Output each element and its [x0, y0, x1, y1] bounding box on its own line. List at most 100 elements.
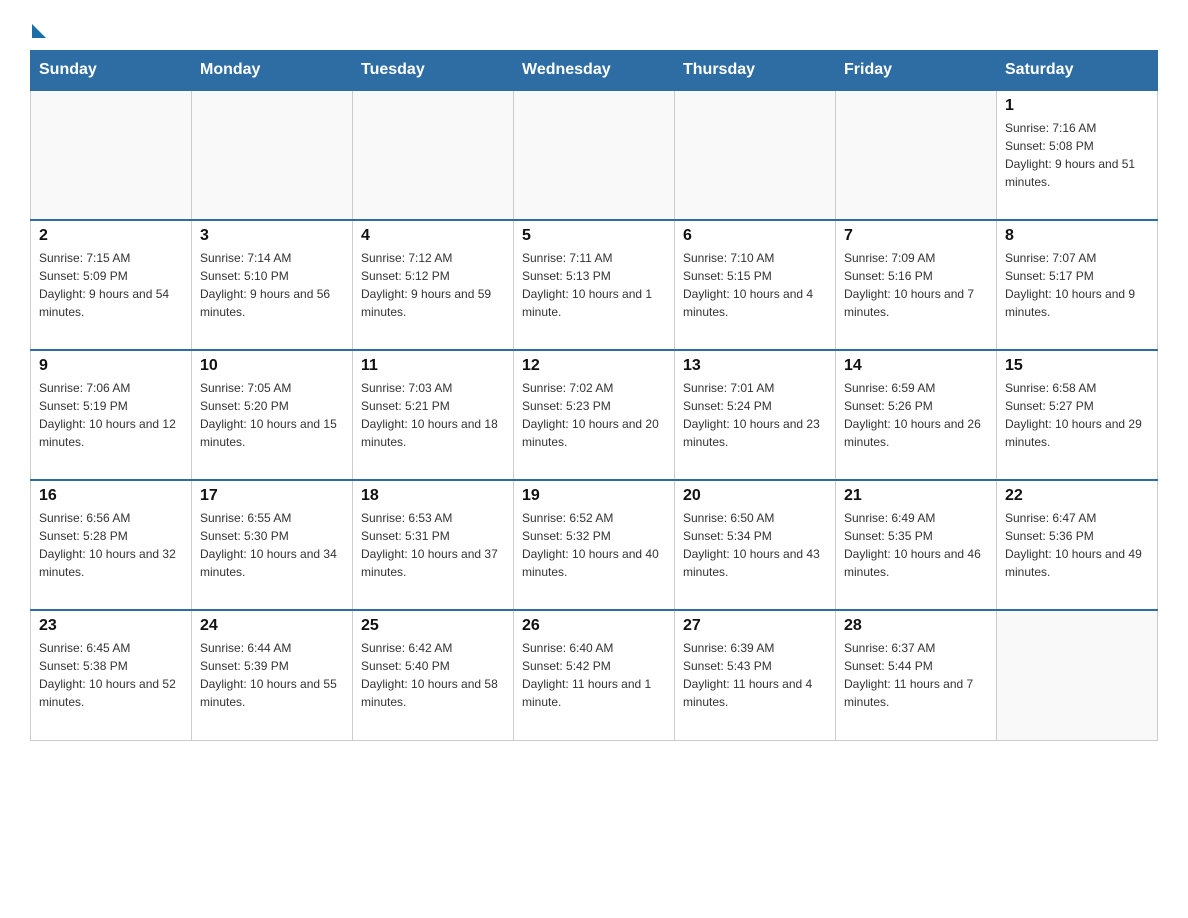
calendar-cell: 5 Sunrise: 7:11 AM Sunset: 5:13 PM Daylig…: [514, 220, 675, 350]
day-number: 16: [39, 487, 183, 505]
day-number: 3: [200, 227, 344, 245]
calendar-cell: 1Sunrise: 7:16 AM Sunset: 5:08 PM Daylig…: [997, 90, 1158, 220]
calendar-cell: 11 Sunrise: 7:03 AM Sunset: 5:21 PM Dayli…: [353, 350, 514, 480]
day-of-week-header: Tuesday: [353, 51, 514, 91]
day-number: 24: [200, 617, 344, 635]
day-info: Sunrise: 7:15 AM Sunset: 5:09 PM Dayligh…: [39, 249, 183, 321]
calendar-week-row: 16 Sunrise: 6:56 AM Sunset: 5:28 PM Dayli…: [31, 480, 1158, 610]
day-number: 21: [844, 487, 988, 505]
day-number: 10: [200, 357, 344, 375]
day-info: Sunrise: 6:58 AM Sunset: 5:27 PM Dayligh…: [1005, 379, 1149, 451]
day-info: Sunrise: 6:50 AM Sunset: 5:34 PM Dayligh…: [683, 509, 827, 581]
day-number: 11: [361, 357, 505, 375]
calendar-cell: 15 Sunrise: 6:58 AM Sunset: 5:27 PM Dayli…: [997, 350, 1158, 480]
day-info: Sunrise: 7:07 AM Sunset: 5:17 PM Dayligh…: [1005, 249, 1149, 321]
day-info: Sunrise: 6:59 AM Sunset: 5:26 PM Dayligh…: [844, 379, 988, 451]
calendar-table: SundayMondayTuesdayWednesdayThursdayFrid…: [30, 50, 1158, 741]
day-info: Sunrise: 6:39 AM Sunset: 5:43 PM Dayligh…: [683, 639, 827, 711]
calendar-cell: [192, 90, 353, 220]
day-info: Sunrise: 6:45 AM Sunset: 5:38 PM Dayligh…: [39, 639, 183, 711]
calendar-cell: 28 Sunrise: 6:37 AM Sunset: 5:44 PM Dayli…: [836, 610, 997, 740]
day-number: 12: [522, 357, 666, 375]
day-number: 26: [522, 617, 666, 635]
day-number: 18: [361, 487, 505, 505]
day-info: Sunrise: 7:11 AM Sunset: 5:13 PM Dayligh…: [522, 249, 666, 321]
day-number: 19: [522, 487, 666, 505]
day-info: Sunrise: 6:56 AM Sunset: 5:28 PM Dayligh…: [39, 509, 183, 581]
day-info: Sunrise: 6:44 AM Sunset: 5:39 PM Dayligh…: [200, 639, 344, 711]
day-number: 27: [683, 617, 827, 635]
calendar-cell: [31, 90, 192, 220]
calendar-cell: 22 Sunrise: 6:47 AM Sunset: 5:36 PM Dayli…: [997, 480, 1158, 610]
calendar-cell: 13 Sunrise: 7:01 AM Sunset: 5:24 PM Dayli…: [675, 350, 836, 480]
calendar-cell: 27 Sunrise: 6:39 AM Sunset: 5:43 PM Dayli…: [675, 610, 836, 740]
calendar-cell: [997, 610, 1158, 740]
calendar-cell: 18 Sunrise: 6:53 AM Sunset: 5:31 PM Dayli…: [353, 480, 514, 610]
calendar-cell: 19Sunrise: 6:52 AM Sunset: 5:32 PM Dayli…: [514, 480, 675, 610]
logo-triangle-icon: [32, 24, 46, 38]
day-number: 2: [39, 227, 183, 245]
day-of-week-header: Thursday: [675, 51, 836, 91]
day-info: Sunrise: 7:12 AM Sunset: 5:12 PM Dayligh…: [361, 249, 505, 321]
day-info: Sunrise: 7:14 AM Sunset: 5:10 PM Dayligh…: [200, 249, 344, 321]
day-info: Sunrise: 6:49 AM Sunset: 5:35 PM Dayligh…: [844, 509, 988, 581]
day-of-week-header: Monday: [192, 51, 353, 91]
logo: [30, 20, 46, 34]
calendar-cell: 20Sunrise: 6:50 AM Sunset: 5:34 PM Dayli…: [675, 480, 836, 610]
calendar-cell: 26 Sunrise: 6:40 AM Sunset: 5:42 PM Dayli…: [514, 610, 675, 740]
day-info: Sunrise: 7:03 AM Sunset: 5:21 PM Dayligh…: [361, 379, 505, 451]
day-of-week-header: Wednesday: [514, 51, 675, 91]
day-of-week-header: Sunday: [31, 51, 192, 91]
calendar-cell: 2 Sunrise: 7:15 AM Sunset: 5:09 PM Daylig…: [31, 220, 192, 350]
day-info: Sunrise: 7:01 AM Sunset: 5:24 PM Dayligh…: [683, 379, 827, 451]
calendar-cell: [514, 90, 675, 220]
calendar-cell: 21 Sunrise: 6:49 AM Sunset: 5:35 PM Dayli…: [836, 480, 997, 610]
day-number: 17: [200, 487, 344, 505]
day-number: 22: [1005, 487, 1149, 505]
calendar-week-row: 2 Sunrise: 7:15 AM Sunset: 5:09 PM Daylig…: [31, 220, 1158, 350]
day-info: Sunrise: 6:37 AM Sunset: 5:44 PM Dayligh…: [844, 639, 988, 711]
day-number: 5: [522, 227, 666, 245]
calendar-week-row: 23 Sunrise: 6:45 AM Sunset: 5:38 PM Dayli…: [31, 610, 1158, 740]
calendar-cell: [353, 90, 514, 220]
calendar-cell: 10 Sunrise: 7:05 AM Sunset: 5:20 PM Dayli…: [192, 350, 353, 480]
calendar-week-row: 1Sunrise: 7:16 AM Sunset: 5:08 PM Daylig…: [31, 90, 1158, 220]
calendar-cell: 25 Sunrise: 6:42 AM Sunset: 5:40 PM Dayli…: [353, 610, 514, 740]
calendar-week-row: 9 Sunrise: 7:06 AM Sunset: 5:19 PM Daylig…: [31, 350, 1158, 480]
day-number: 7: [844, 227, 988, 245]
day-info: Sunrise: 7:09 AM Sunset: 5:16 PM Dayligh…: [844, 249, 988, 321]
calendar-cell: [675, 90, 836, 220]
calendar-cell: [836, 90, 997, 220]
day-number: 8: [1005, 227, 1149, 245]
day-number: 6: [683, 227, 827, 245]
day-info: Sunrise: 7:02 AM Sunset: 5:23 PM Dayligh…: [522, 379, 666, 451]
day-info: Sunrise: 6:47 AM Sunset: 5:36 PM Dayligh…: [1005, 509, 1149, 581]
day-info: Sunrise: 7:10 AM Sunset: 5:15 PM Dayligh…: [683, 249, 827, 321]
calendar-cell: 8 Sunrise: 7:07 AM Sunset: 5:17 PM Daylig…: [997, 220, 1158, 350]
day-number: 23: [39, 617, 183, 635]
calendar-cell: 7 Sunrise: 7:09 AM Sunset: 5:16 PM Daylig…: [836, 220, 997, 350]
day-number: 28: [844, 617, 988, 635]
day-number: 14: [844, 357, 988, 375]
day-number: 25: [361, 617, 505, 635]
calendar-cell: 23 Sunrise: 6:45 AM Sunset: 5:38 PM Dayli…: [31, 610, 192, 740]
calendar-cell: 6 Sunrise: 7:10 AM Sunset: 5:15 PM Daylig…: [675, 220, 836, 350]
day-info: Sunrise: 6:42 AM Sunset: 5:40 PM Dayligh…: [361, 639, 505, 711]
day-info: Sunrise: 6:55 AM Sunset: 5:30 PM Dayligh…: [200, 509, 344, 581]
day-info: Sunrise: 6:40 AM Sunset: 5:42 PM Dayligh…: [522, 639, 666, 711]
calendar-cell: 9 Sunrise: 7:06 AM Sunset: 5:19 PM Daylig…: [31, 350, 192, 480]
day-info: Sunrise: 7:06 AM Sunset: 5:19 PM Dayligh…: [39, 379, 183, 451]
calendar-cell: 14 Sunrise: 6:59 AM Sunset: 5:26 PM Dayli…: [836, 350, 997, 480]
day-info: Sunrise: 6:53 AM Sunset: 5:31 PM Dayligh…: [361, 509, 505, 581]
day-info: Sunrise: 7:05 AM Sunset: 5:20 PM Dayligh…: [200, 379, 344, 451]
calendar-cell: 12 Sunrise: 7:02 AM Sunset: 5:23 PM Dayli…: [514, 350, 675, 480]
day-number: 13: [683, 357, 827, 375]
calendar-cell: 3 Sunrise: 7:14 AM Sunset: 5:10 PM Daylig…: [192, 220, 353, 350]
day-number: 15: [1005, 357, 1149, 375]
day-number: 9: [39, 357, 183, 375]
calendar-cell: 4 Sunrise: 7:12 AM Sunset: 5:12 PM Daylig…: [353, 220, 514, 350]
day-of-week-header: Saturday: [997, 51, 1158, 91]
calendar-header-row: SundayMondayTuesdayWednesdayThursdayFrid…: [31, 51, 1158, 91]
page-header: [30, 20, 1158, 34]
day-number: 4: [361, 227, 505, 245]
